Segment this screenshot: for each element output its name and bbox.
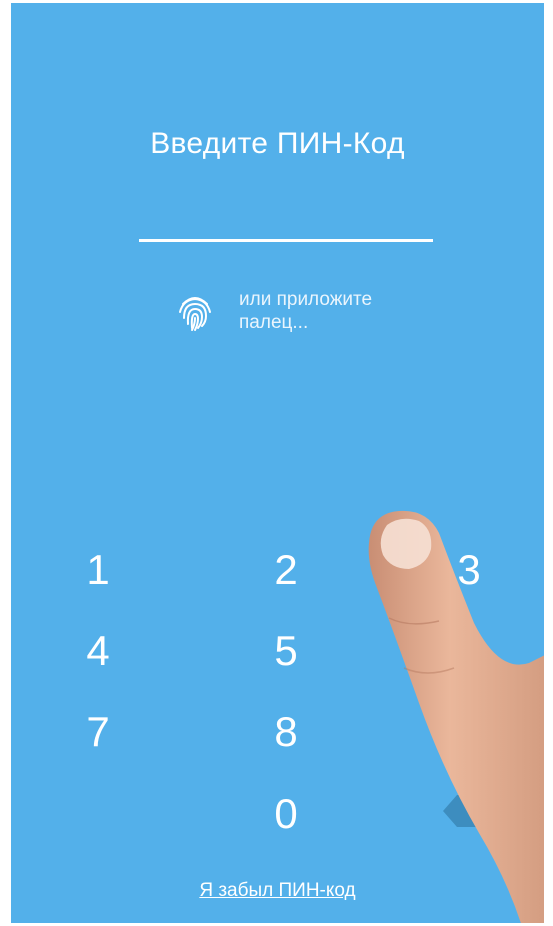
fingerprint-prompt: или приложите палец... <box>177 288 419 334</box>
key-8[interactable]: 8 <box>236 697 336 767</box>
forgot-pin-link[interactable]: Я забыл ПИН-код <box>11 880 544 902</box>
pin-input-line[interactable] <box>139 239 433 242</box>
fingerprint-hint: или приложите палец... <box>239 289 373 333</box>
key-4[interactable]: 4 <box>48 616 148 686</box>
key-6[interactable]: 6 <box>419 616 519 686</box>
page-title: Введите ПИН-Код <box>150 127 405 160</box>
key-3[interactable]: 3 <box>419 535 519 605</box>
pin-screen: Введите ПИН-Код или приложите палец... 1… <box>11 3 544 923</box>
key-9[interactable]: 9 <box>419 697 519 767</box>
key-5[interactable]: 5 <box>236 616 336 686</box>
key-2[interactable]: 2 <box>236 535 336 605</box>
key-1[interactable]: 1 <box>48 535 148 605</box>
key-0[interactable]: 0 <box>236 779 336 849</box>
fingerprint-icon <box>179 297 211 331</box>
key-7[interactable]: 7 <box>48 697 148 767</box>
backspace-icon[interactable] <box>443 795 507 827</box>
